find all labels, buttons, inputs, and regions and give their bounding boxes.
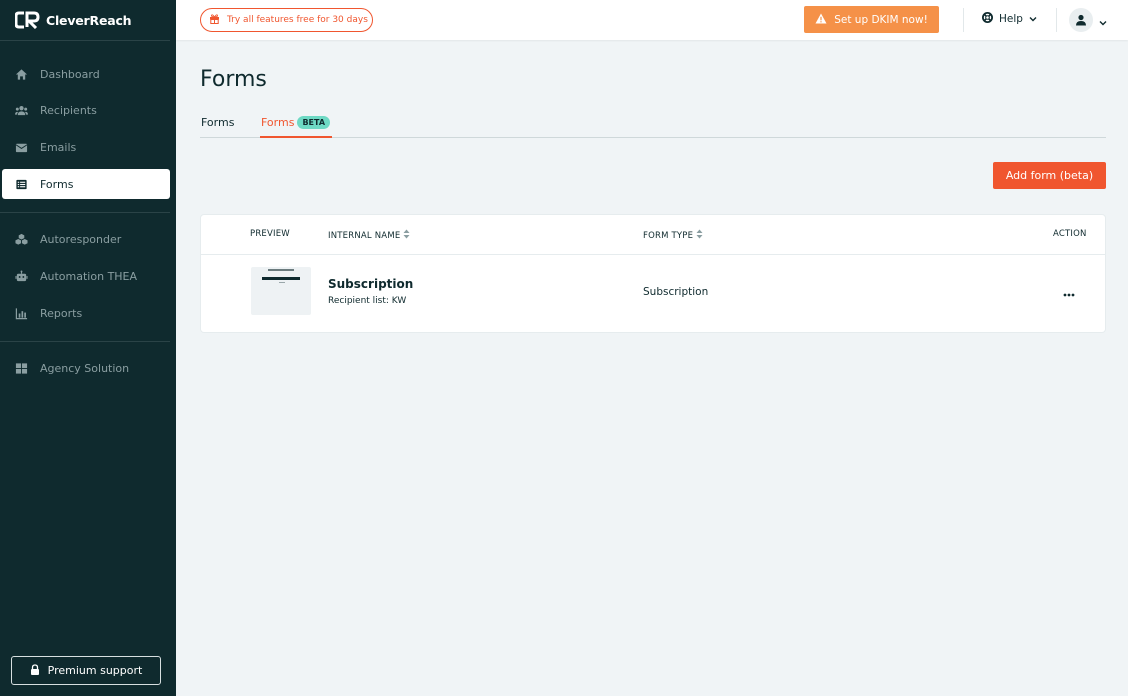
sidebar-item-forms[interactable]: Forms bbox=[2, 169, 170, 199]
user-menu[interactable] bbox=[1069, 8, 1107, 32]
form-name[interactable]: Subscription bbox=[328, 277, 413, 291]
sidebar-divider bbox=[0, 212, 170, 213]
cubes-icon bbox=[14, 232, 28, 246]
preview-link-line bbox=[279, 282, 285, 283]
help-menu[interactable]: Help bbox=[982, 12, 1037, 26]
sidebar-item-label: Dashboard bbox=[40, 67, 100, 81]
form-recipient-list: Recipient list: KW bbox=[328, 296, 407, 306]
sidebar-divider bbox=[0, 341, 170, 342]
header-divider bbox=[1056, 8, 1057, 32]
logo-text: CleverReach bbox=[46, 12, 132, 28]
free-trial-button[interactable]: Try all features free for 30 days bbox=[200, 8, 373, 32]
lifebuoy-icon bbox=[982, 12, 993, 26]
chevron-down-icon bbox=[1099, 11, 1107, 30]
sidebar-item-agency-solution[interactable]: Agency Solution bbox=[2, 353, 170, 383]
tab-forms-beta[interactable]: Forms BETA bbox=[261, 116, 331, 129]
sidebar-item-label: Agency Solution bbox=[40, 361, 130, 375]
warning-icon bbox=[815, 13, 827, 27]
more-actions-icon[interactable] bbox=[1063, 285, 1075, 301]
lock-icon bbox=[30, 663, 40, 678]
tab-label: Forms bbox=[201, 116, 235, 129]
top-bar: Try all features free for 30 days Set up… bbox=[176, 0, 1128, 40]
setup-dkim-button[interactable]: Set up DKIM now! bbox=[804, 6, 939, 33]
sidebar-item-recipients[interactable]: Recipients bbox=[2, 95, 170, 125]
tab-label: Forms bbox=[261, 116, 295, 129]
cleverreach-logo-icon bbox=[14, 11, 40, 30]
robot-icon bbox=[14, 269, 28, 283]
sidebar-item-label: Automation THEA bbox=[40, 269, 138, 283]
sidebar: CleverReach Dashboard Recipients Emails … bbox=[0, 0, 176, 696]
active-tab-indicator bbox=[260, 136, 332, 138]
users-icon bbox=[14, 103, 28, 117]
sidebar-item-automation-thea[interactable]: Automation THEA bbox=[2, 261, 170, 291]
sidebar-item-label: Reports bbox=[40, 306, 83, 320]
help-label: Help bbox=[999, 13, 1023, 25]
preview-input-line bbox=[262, 277, 300, 280]
sidebar-item-emails[interactable]: Emails bbox=[2, 132, 170, 162]
gift-icon bbox=[209, 13, 220, 27]
beta-badge: BETA bbox=[297, 116, 331, 129]
premium-support-label: Premium support bbox=[47, 664, 143, 677]
form-preview-thumbnail[interactable] bbox=[251, 267, 311, 315]
grid-icon bbox=[14, 361, 28, 375]
form-type: Subscription bbox=[643, 286, 709, 298]
add-form-button[interactable]: Add form (beta) bbox=[993, 162, 1106, 189]
sidebar-item-label: Forms bbox=[40, 177, 74, 191]
column-header-label: FORM TYPE bbox=[643, 230, 694, 241]
header-divider bbox=[963, 8, 964, 32]
sidebar-item-autoresponder[interactable]: Autoresponder bbox=[2, 224, 170, 254]
avatar bbox=[1069, 8, 1093, 32]
column-header-label: ACTION bbox=[1053, 229, 1087, 239]
sidebar-item-reports[interactable]: Reports bbox=[2, 298, 170, 328]
sidebar-item-label: Recipients bbox=[40, 103, 97, 117]
table-divider bbox=[201, 254, 1105, 255]
free-trial-label: Try all features free for 30 days bbox=[227, 15, 368, 25]
page-title: Forms bbox=[200, 67, 267, 92]
bar-chart-icon bbox=[14, 306, 28, 320]
column-header-label: PREVIEW bbox=[250, 229, 290, 239]
preview-title-line bbox=[268, 269, 294, 271]
column-header-label: INTERNAL NAME bbox=[328, 230, 401, 241]
column-header-preview: PREVIEW bbox=[250, 229, 290, 239]
tab-forms[interactable]: Forms bbox=[201, 116, 234, 129]
sidebar-item-label: Autoresponder bbox=[40, 232, 122, 246]
forms-table: PREVIEW INTERNAL NAME FORM TYPE ACTION S… bbox=[201, 215, 1105, 332]
logo[interactable]: CleverReach bbox=[14, 9, 132, 31]
column-header-action: ACTION bbox=[1053, 229, 1087, 239]
chevron-down-icon bbox=[1029, 13, 1037, 25]
column-header-internal-name[interactable]: INTERNAL NAME bbox=[328, 229, 410, 242]
sidebar-item-dashboard[interactable]: Dashboard bbox=[2, 59, 170, 89]
sort-icon bbox=[403, 229, 410, 242]
setup-dkim-label: Set up DKIM now! bbox=[834, 13, 928, 26]
column-header-form-type[interactable]: FORM TYPE bbox=[643, 229, 703, 242]
home-icon bbox=[14, 67, 28, 81]
user-icon bbox=[1076, 14, 1086, 26]
sidebar-item-label: Emails bbox=[40, 140, 77, 154]
sidebar-divider bbox=[0, 40, 170, 41]
premium-support-button[interactable]: Premium support bbox=[11, 656, 161, 685]
tab-bar: Forms Forms BETA bbox=[200, 112, 1106, 138]
list-icon bbox=[14, 177, 28, 191]
envelope-icon bbox=[14, 140, 28, 154]
sort-icon bbox=[696, 229, 703, 242]
